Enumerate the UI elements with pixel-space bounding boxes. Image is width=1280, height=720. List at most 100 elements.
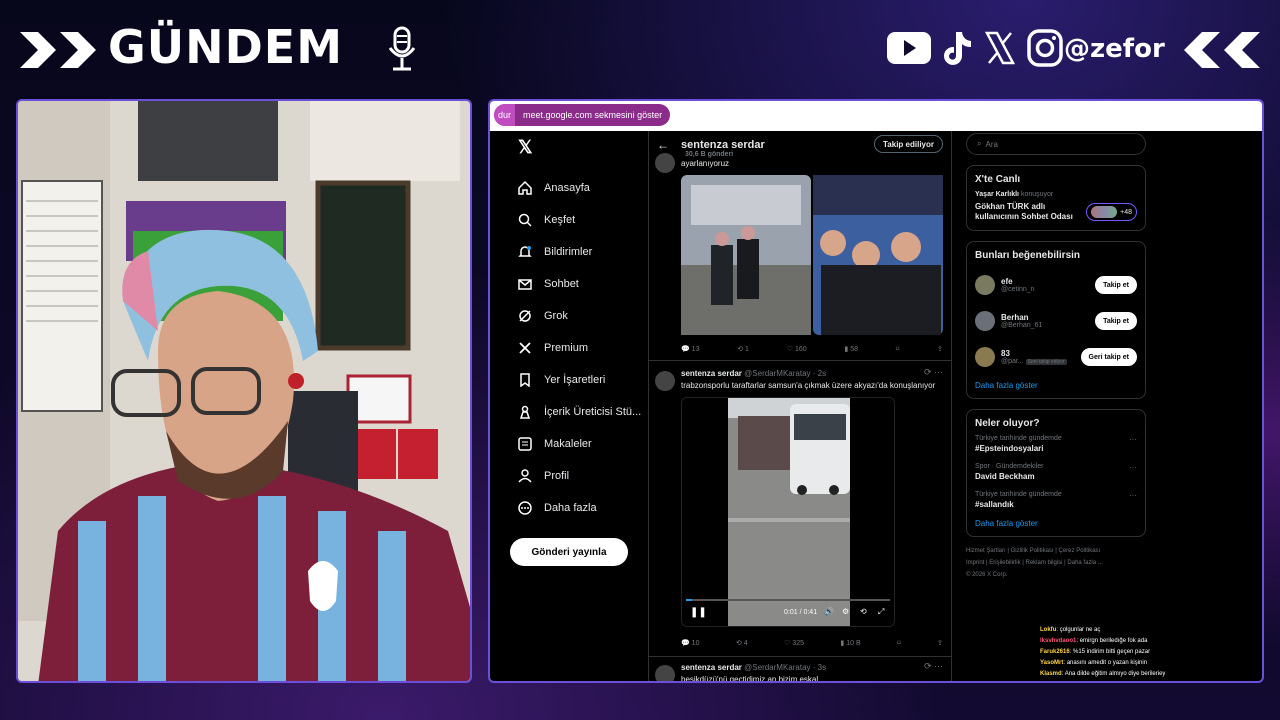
post-button[interactable]: Gönderi yayınla (510, 538, 628, 566)
nav-item-chat[interactable]: Sohbet (510, 268, 650, 300)
avatar[interactable] (975, 311, 995, 331)
tweet-photos[interactable] (681, 175, 943, 335)
more-icon[interactable]: ··· (1129, 435, 1137, 444)
tweet-actions: 💬 13 ⟲ 1 ♡ 160 ▮ 58 ⌑ ⇪ (681, 345, 943, 357)
nav-label-more: Daha fazla (544, 502, 597, 514)
nav-item-creator-studio[interactable]: İçerik Üreticisi Stü... (510, 396, 650, 428)
bookmark-icon[interactable]: ⌑ (896, 345, 900, 357)
following-button[interactable]: Takip ediliyor (874, 135, 943, 153)
overlay-header: GÜNDEM @zefor (0, 0, 1280, 96)
retweet-count[interactable]: ⟲ 4 (736, 639, 748, 651)
search-icon: ⌕ (977, 139, 982, 148)
x-logo[interactable]: 𝕏 (518, 137, 650, 158)
nav-item-premium[interactable]: Premium (510, 332, 650, 364)
mail-icon (516, 275, 534, 293)
nav-label-home: Anasayfa (544, 182, 590, 194)
footer-link[interactable]: Çerez Politikası (1059, 548, 1101, 554)
tweet-actions: 💬 10 ⟲ 4 ♡ 325 ▮ 10 B ⌑ ⇪ (681, 639, 943, 651)
footer-link[interactable]: Imprint (966, 560, 984, 566)
tweet[interactable]: sentenza serdar @SerdarMKaratay · 3s ⟳ ·… (649, 657, 951, 681)
avatar[interactable] (975, 347, 995, 367)
bell-icon (516, 243, 534, 261)
view-count[interactable]: ▮ 10 B (840, 639, 860, 651)
tweet[interactable]: sentenza serdar @SerdarMKaratay · 2s ⟳ ·… (649, 361, 951, 657)
suggested-user[interactable]: 83 @par... Seni takip ediyor Geri takip e… (975, 339, 1137, 375)
like-count[interactable]: ♡ 325 (784, 639, 804, 651)
avatar[interactable] (655, 153, 675, 173)
tweet[interactable]: ayarlanıyoruz 💬 13 ⟲ 1 ♡ 160 ▮ 58 ⌑ ⇪ (649, 153, 951, 361)
live-room[interactable]: Gökhan TÜRK adlı kullanıcının Sohbet Oda… (975, 202, 1137, 222)
chat-user: lksvhvdaoo1 (1040, 638, 1077, 644)
trend-item[interactable]: Türkiye tarihinde gündemde #Epsteindosyal… (975, 435, 1137, 453)
nav-item-explore[interactable]: Keşfet (510, 204, 650, 236)
follow-button[interactable]: Takip et (1095, 312, 1137, 330)
video-progress-track[interactable] (686, 599, 890, 601)
video-progress-fill (686, 599, 693, 601)
overlay-title: GÜNDEM (108, 20, 343, 74)
share-icon[interactable]: ⇪ (937, 345, 943, 357)
nav-label-articles: Makaleler (544, 438, 592, 450)
trend-context: Türkiye tarihinde gündemde (975, 491, 1062, 498)
grok-icon (516, 307, 534, 325)
trend-context: Türkiye tarihinde gündemde (975, 435, 1062, 442)
tweet-more-icon[interactable]: ⟳ ··· (924, 661, 943, 672)
nav-item-bookmarks[interactable]: Yer İşaretleri (510, 364, 650, 396)
volume-icon[interactable]: 🔊 (824, 607, 834, 616)
retweet-count[interactable]: ⟲ 1 (737, 345, 749, 357)
footer-link[interactable]: Daha fazla ... (1067, 560, 1102, 566)
share-icon[interactable]: ⇪ (937, 639, 943, 651)
profile-header: ← sentenza serdar 30,6 B gönderi Takip e… (649, 131, 951, 159)
nav-item-grok[interactable]: Grok (510, 300, 650, 332)
chat-user: Faruk2616 (1040, 649, 1070, 655)
loop-icon[interactable]: ⟲ (860, 607, 867, 616)
webcam-feed (16, 99, 472, 683)
like-count[interactable]: ♡ 160 (787, 345, 807, 357)
bookmark-icon[interactable]: ⌑ (897, 639, 901, 651)
follow-button[interactable]: Takip et (1095, 276, 1137, 294)
retweet-value: 4 (743, 640, 748, 647)
nav-item-home[interactable]: Anasayfa (510, 172, 650, 204)
double-chevron-left-icon (1184, 32, 1260, 68)
trends-card: Neler oluyor? Türkiye tarihinde gündemde… (966, 409, 1146, 537)
more-icon[interactable]: ··· (1129, 463, 1137, 472)
tweet-author[interactable]: sentenza serdar (681, 663, 742, 672)
nav-item-profile[interactable]: Profil (510, 460, 650, 492)
show-more-link[interactable]: Daha fazla göster (975, 381, 1137, 390)
chat-message: Faruk2616: %15 indirim bitti geçen pazar (1040, 649, 1151, 655)
more-icon[interactable]: ··· (1129, 491, 1137, 500)
nav-item-more[interactable]: Daha fazla (510, 492, 650, 524)
fullscreen-icon[interactable]: ⤢ (878, 607, 884, 617)
back-arrow-icon[interactable]: ← (657, 138, 669, 152)
footer-link[interactable]: Gizlilik Politikası (1011, 548, 1054, 554)
suggested-handle: @cetinn_n (1001, 286, 1035, 293)
footer-link[interactable]: Hizmet Şartları (966, 548, 1006, 554)
nav-item-notifications[interactable]: Bildirimler (510, 236, 650, 268)
trend-item[interactable]: Spor · Gündemdekiler David Beckham ··· (975, 463, 1137, 481)
footer-link[interactable]: Erişilebilirlik (989, 560, 1020, 566)
footer-link[interactable]: Reklam bilgisi (1026, 560, 1063, 566)
tweet-more-icon[interactable]: ⟳ ··· (924, 367, 943, 378)
show-more-link[interactable]: Daha fazla göster (975, 519, 1137, 528)
avatar[interactable] (975, 275, 995, 295)
video-player[interactable]: ❚❚ 0:01 / 0:41 🔊 ⚙ ⟲ ⤢ (681, 397, 895, 627)
avatar[interactable] (655, 371, 675, 391)
trend-context: Spor · Gündemdekiler (975, 463, 1044, 470)
follow-back-button[interactable]: Geri takip et (1080, 348, 1137, 366)
pause-icon[interactable]: ❚❚ (690, 607, 707, 618)
search-input[interactable]: ⌕ Ara (966, 133, 1146, 155)
avatar[interactable] (655, 665, 675, 681)
reply-count[interactable]: 💬 10 (681, 639, 699, 651)
tweet-author[interactable]: sentenza serdar (681, 369, 742, 378)
nav-item-articles[interactable]: Makaleler (510, 428, 650, 460)
trend-item[interactable]: Türkiye tarihinde gündemde #sallandık ··· (975, 491, 1137, 509)
share-tab-pill[interactable]: dur meet.google.com sekmesini göster (494, 104, 671, 126)
live-listeners: +48 (1086, 203, 1137, 221)
suggested-user[interactable]: efe @cetinn_n Takip et (975, 267, 1137, 303)
nav-label-grok: Grok (544, 310, 568, 322)
reply-count[interactable]: 💬 13 (681, 345, 699, 357)
share-tab-label[interactable]: meet.google.com sekmesini göster (515, 110, 670, 120)
suggested-user[interactable]: Berhan @Berhan_61 Takip et (975, 303, 1137, 339)
stop-share-label[interactable]: dur (494, 104, 516, 126)
settings-icon[interactable]: ⚙ (842, 607, 849, 616)
view-count[interactable]: ▮ 58 (844, 345, 858, 357)
